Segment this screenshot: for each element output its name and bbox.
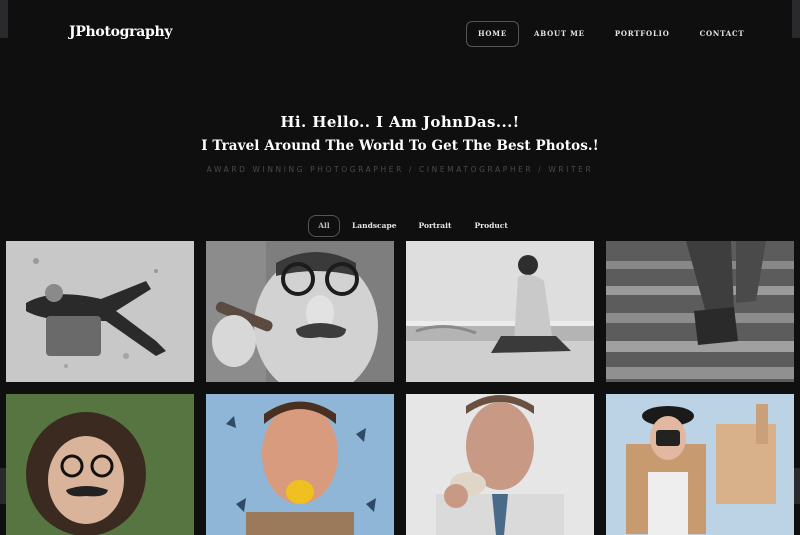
photo-camera-woman-image bbox=[606, 394, 794, 535]
portfolio-photo-camera-woman[interactable] bbox=[606, 394, 794, 535]
portfolio-photo-railway-boots[interactable] bbox=[606, 241, 794, 382]
main-nav: HOME ABOUT ME PORTFOLIO CONTACT bbox=[466, 21, 744, 47]
hero-section: Hi. Hello.. I Am JohnDas...! I Travel Ar… bbox=[0, 113, 800, 174]
portfolio-photo-grass-disguise[interactable] bbox=[6, 394, 194, 535]
photo-lemon-man-image bbox=[206, 394, 394, 535]
nav-item-home[interactable]: HOME bbox=[466, 21, 519, 47]
photo-snow-angel-image bbox=[6, 241, 194, 382]
nav-item-about[interactable]: ABOUT ME bbox=[534, 22, 585, 46]
photo-beach-woman-image bbox=[406, 241, 594, 382]
filter-landscape[interactable]: Landscape bbox=[352, 216, 397, 236]
filter-portrait[interactable]: Portrait bbox=[419, 216, 452, 236]
hero-subtitle: AWARD WINNING PHOTOGRAPHER / CINEMATOGRA… bbox=[206, 165, 594, 174]
photo-funny-glasses-image bbox=[206, 241, 394, 382]
portfolio-photo-beach-woman[interactable] bbox=[406, 241, 594, 382]
photo-grass-disguise-image bbox=[6, 394, 194, 535]
hero-tagline: I Travel Around The World To Get The Bes… bbox=[201, 138, 599, 154]
filter-all[interactable]: All bbox=[308, 215, 340, 237]
portfolio-photo-lemon-man[interactable] bbox=[206, 394, 394, 535]
portfolio-filters: All Landscape Portrait Product bbox=[308, 215, 508, 237]
nav-item-contact[interactable]: CONTACT bbox=[700, 22, 745, 46]
portfolio-grid bbox=[6, 241, 794, 535]
photo-sandwich-man-image bbox=[406, 394, 594, 535]
site-logo[interactable]: JPhotography bbox=[69, 24, 173, 40]
hero-greeting: Hi. Hello.. I Am JohnDas...! bbox=[280, 113, 520, 131]
nav-item-portfolio[interactable]: PORTFOLIO bbox=[615, 22, 670, 46]
photo-railway-boots-image bbox=[606, 241, 794, 382]
portfolio-photo-snow-angel[interactable] bbox=[6, 241, 194, 382]
portfolio-photo-funny-glasses[interactable] bbox=[206, 241, 394, 382]
site-header: JPhotography HOME ABOUT ME PORTFOLIO CON… bbox=[0, 0, 800, 66]
portfolio-photo-sandwich-man[interactable] bbox=[406, 394, 594, 535]
filter-product[interactable]: Product bbox=[474, 216, 507, 236]
